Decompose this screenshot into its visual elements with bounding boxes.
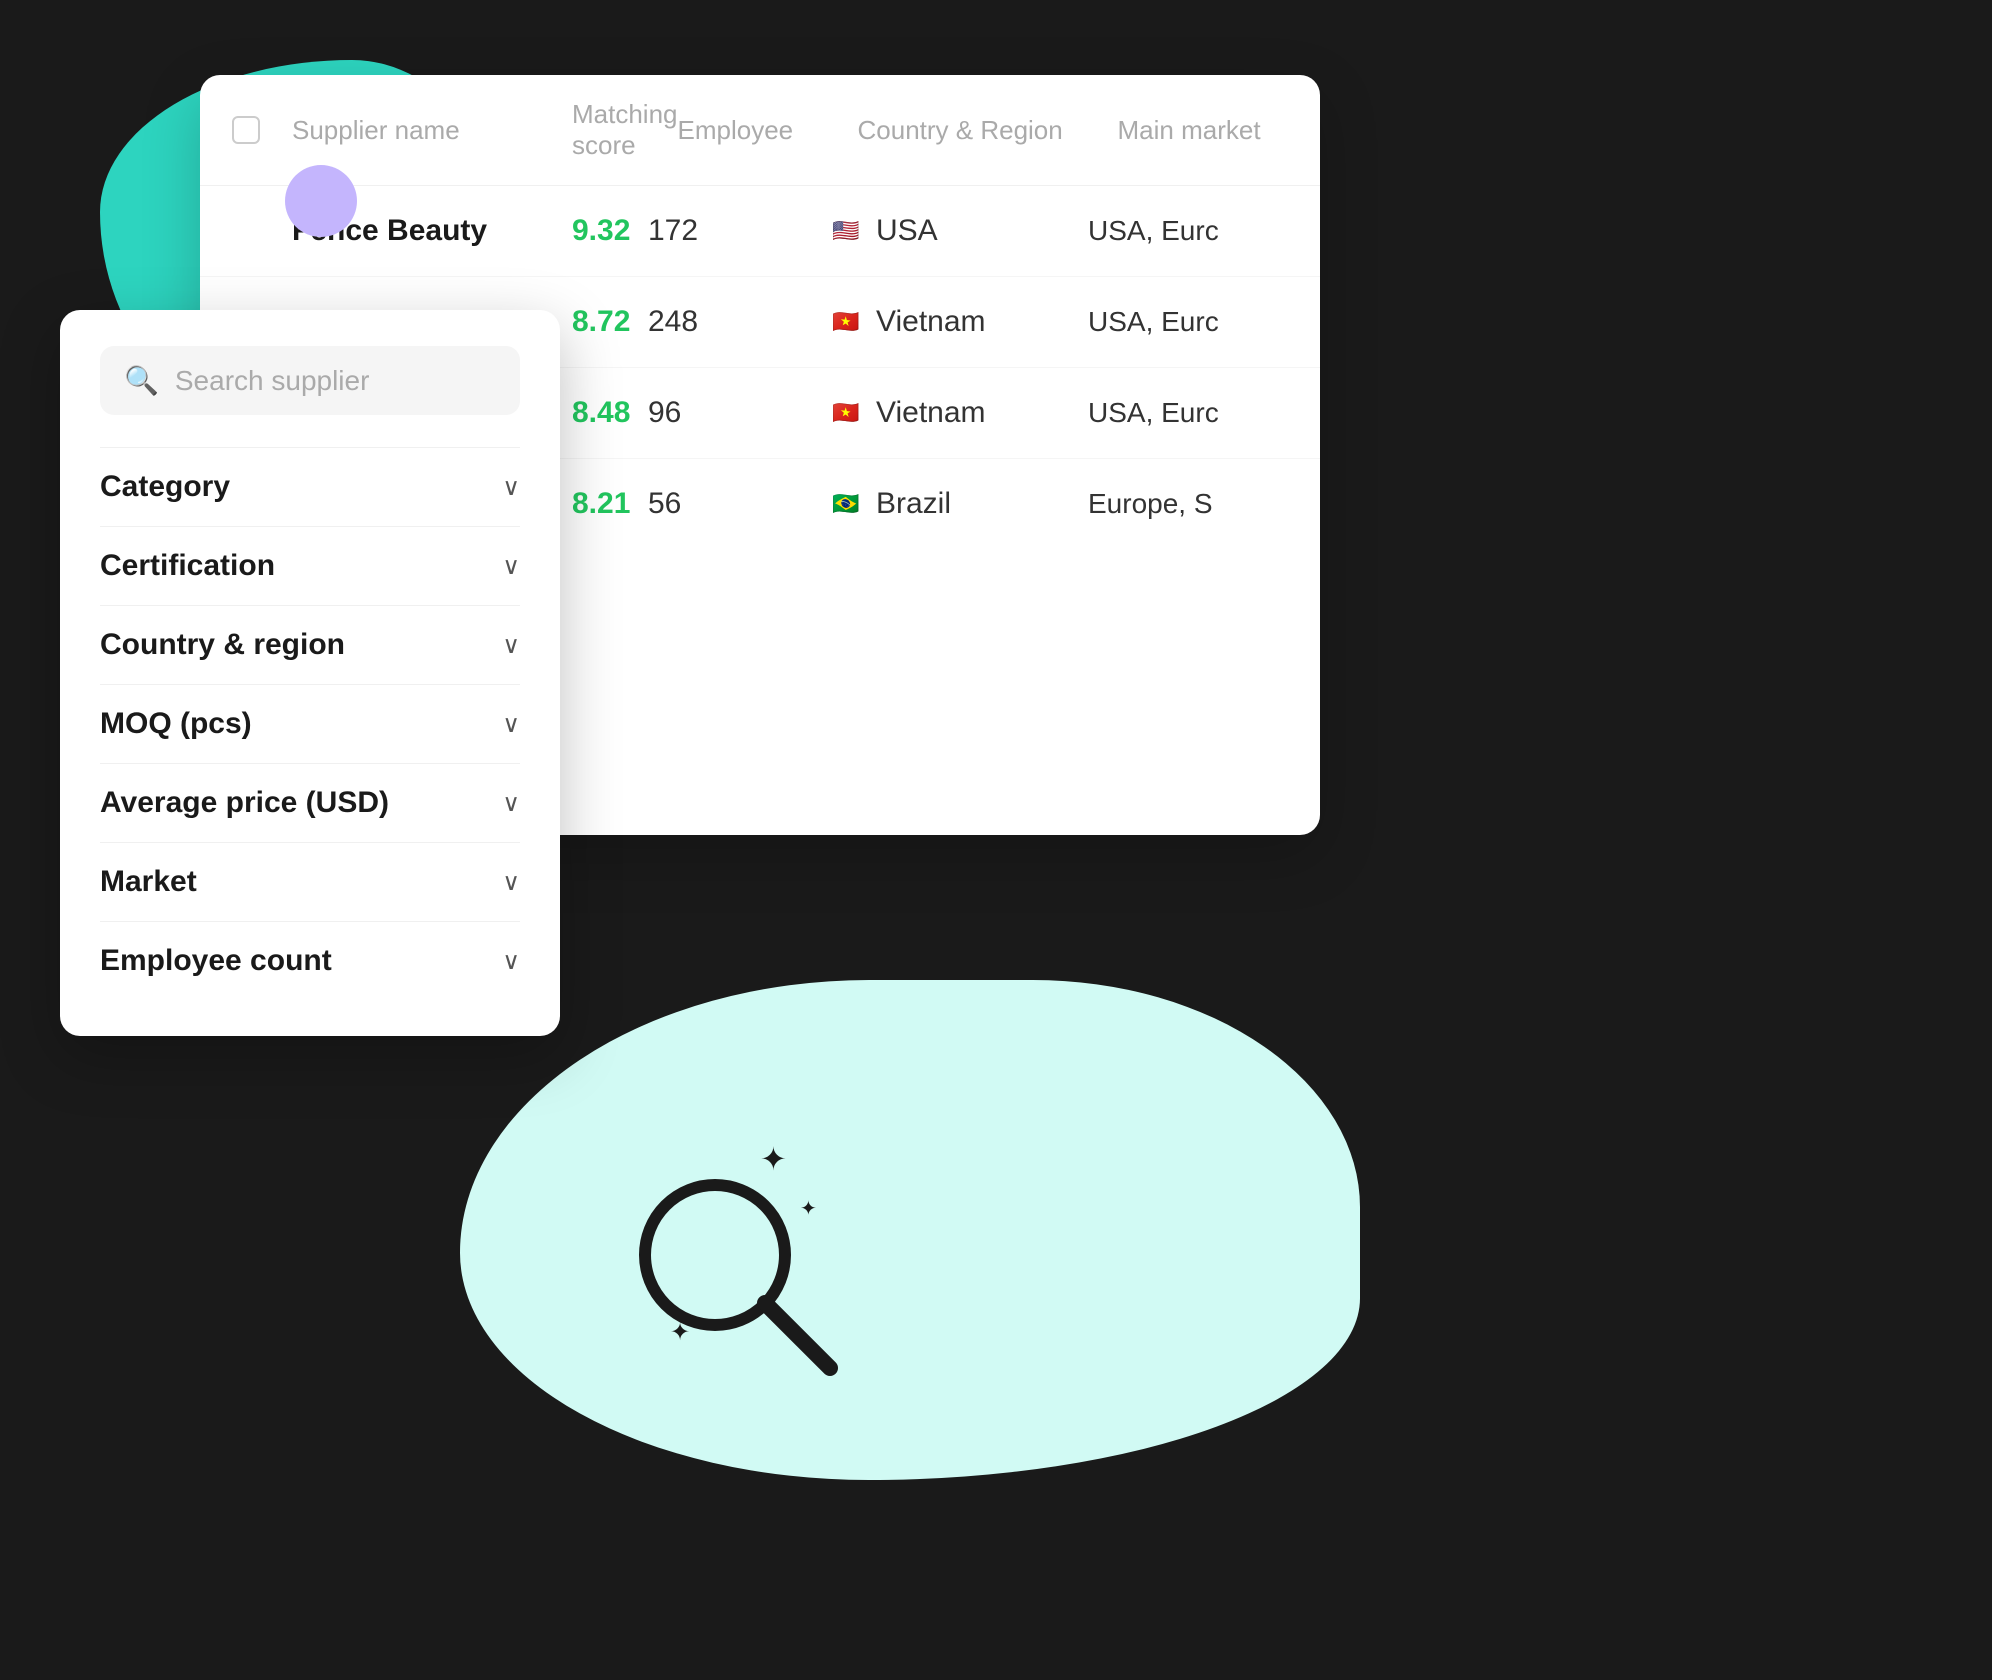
- table-row: Fence Beauty 9.32 172 🇺🇸 USA USA, Eurc: [200, 186, 1320, 277]
- matching-score: 8.48: [572, 396, 648, 430]
- employee-count: 248: [648, 305, 828, 339]
- filter-label: Employee count: [100, 944, 332, 978]
- filter-item-country-region[interactable]: Country & region ∨: [100, 605, 520, 684]
- employee-count: 56: [648, 487, 828, 521]
- flag-icon: 🇺🇸: [828, 218, 864, 244]
- svg-text:✦: ✦: [800, 1198, 817, 1220]
- chevron-down-icon: ∨: [502, 789, 520, 818]
- main-market: USA, Eurc: [1088, 306, 1288, 338]
- filter-item-moq[interactable]: MOQ (pcs) ∨: [100, 684, 520, 763]
- matching-score: 8.72: [572, 305, 648, 339]
- filter-label: Country & region: [100, 628, 345, 662]
- filter-label: Average price (USD): [100, 786, 389, 820]
- col-main-market: Main market: [1118, 115, 1318, 146]
- matching-score: 9.32: [572, 214, 648, 248]
- main-market: USA, Eurc: [1088, 215, 1288, 247]
- chevron-down-icon: ∨: [502, 947, 520, 976]
- country-cell: 🇻🇳 Vietnam: [828, 396, 1088, 430]
- matching-score: 8.21: [572, 487, 648, 521]
- country-cell: 🇻🇳 Vietnam: [828, 305, 1088, 339]
- flag-icon: 🇧🇷: [828, 491, 864, 517]
- country-cell: 🇧🇷 Brazil: [828, 487, 1088, 521]
- employee-count: 96: [648, 396, 828, 430]
- filter-label: Market: [100, 865, 197, 899]
- filter-label: Certification: [100, 549, 275, 583]
- col-supplier-name: Supplier name: [292, 115, 572, 146]
- col-country-region: Country & Region: [858, 115, 1118, 146]
- filter-item-category[interactable]: Category ∨: [100, 447, 520, 526]
- chevron-down-icon: ∨: [502, 710, 520, 739]
- chevron-down-icon: ∨: [502, 631, 520, 660]
- search-bar[interactable]: 🔍 Search supplier: [100, 346, 520, 415]
- filter-item-certification[interactable]: Certification ∨: [100, 526, 520, 605]
- col-matching-score: Matching score: [572, 99, 678, 161]
- filter-item-avg-price[interactable]: Average price (USD) ∨: [100, 763, 520, 842]
- search-placeholder: Search supplier: [175, 365, 370, 397]
- flag-icon: 🇻🇳: [828, 400, 864, 426]
- country-name: Brazil: [876, 487, 951, 521]
- search-icon: 🔍: [124, 364, 159, 397]
- country-name: USA: [876, 214, 938, 248]
- mint-blob-decoration: [460, 980, 1360, 1480]
- main-market: Europe, S: [1088, 488, 1288, 520]
- table-header: Supplier name Matching score Employee Co…: [200, 75, 1320, 186]
- chevron-down-icon: ∨: [502, 473, 520, 502]
- filter-label: MOQ (pcs): [100, 707, 252, 741]
- chevron-down-icon: ∨: [502, 552, 520, 581]
- employee-count: 172: [648, 214, 828, 248]
- filter-item-market[interactable]: Market ∨: [100, 842, 520, 921]
- checkbox-header[interactable]: [232, 116, 292, 144]
- filter-item-employee-count[interactable]: Employee count ∨: [100, 921, 520, 1000]
- country-cell: 🇺🇸 USA: [828, 214, 1088, 248]
- svg-text:✦: ✦: [760, 1141, 787, 1177]
- country-name: Vietnam: [876, 396, 986, 430]
- magnifier-illustration: ✦ ✦ ✦: [600, 1120, 880, 1400]
- chevron-down-icon: ∨: [502, 868, 520, 897]
- avatar: [285, 165, 357, 237]
- filter-label: Category: [100, 470, 230, 504]
- filter-panel: 🔍 Search supplier Category ∨ Certificati…: [60, 310, 560, 1036]
- country-name: Vietnam: [876, 305, 986, 339]
- flag-icon: 🇻🇳: [828, 309, 864, 335]
- main-market: USA, Eurc: [1088, 397, 1288, 429]
- col-employee: Employee: [678, 115, 858, 146]
